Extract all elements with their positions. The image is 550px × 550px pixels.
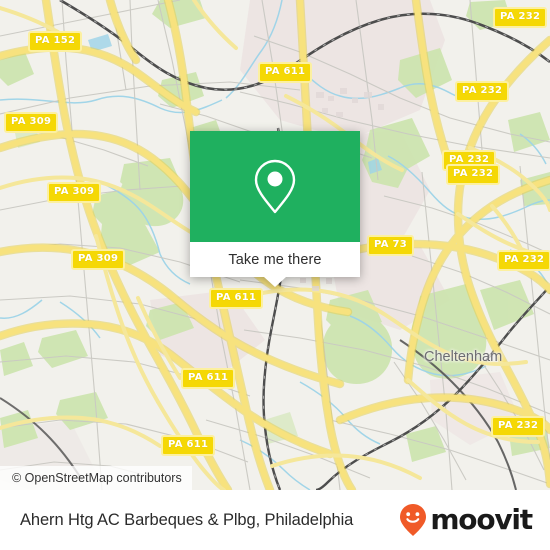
road-shield: PA 232 <box>493 7 548 28</box>
road-shield: PA 232 <box>455 81 510 102</box>
road-shield: PA 232 <box>446 164 501 185</box>
place-label-cheltenham: Cheltenham <box>424 349 503 365</box>
road-shield: PA 611 <box>181 368 236 389</box>
popup-pointer-tail <box>264 277 286 287</box>
take-me-there-button[interactable]: Take me there <box>190 242 360 287</box>
moovit-logo[interactable]: moovit <box>398 503 533 537</box>
destination-popup-card[interactable]: Take me there <box>190 131 360 287</box>
road-shield: PA 309 <box>47 182 102 203</box>
road-shield: PA 309 <box>4 112 59 133</box>
road-shield: PA 611 <box>161 435 216 456</box>
take-me-there-label: Take me there <box>228 251 322 268</box>
bottom-info-bar: Ahern Htg AC Barbeques & Plbg, Philadelp… <box>0 490 550 550</box>
road-shield: PA 232 <box>491 416 546 437</box>
location-title: Ahern Htg AC Barbeques & Plbg, Philadelp… <box>20 510 354 529</box>
road-shield: PA 152 <box>28 31 83 52</box>
road-shield: PA 232 <box>497 250 550 271</box>
road-shield: PA 73 <box>367 235 415 256</box>
road-shield: PA 611 <box>209 288 264 309</box>
road-shield: PA 611 <box>258 62 313 83</box>
popup-icon-panel <box>190 131 360 242</box>
map-pin-icon <box>254 159 296 213</box>
road-shield: PA 309 <box>71 249 126 270</box>
moovit-smiley-pin-icon <box>400 504 427 536</box>
map-canvas[interactable]: PA 152 PA 611 PA 232 PA 232 PA 309 PA 23… <box>0 0 550 490</box>
osm-attribution[interactable]: © OpenStreetMap contributors <box>0 466 192 490</box>
moovit-wordmark: moovit <box>430 503 533 536</box>
